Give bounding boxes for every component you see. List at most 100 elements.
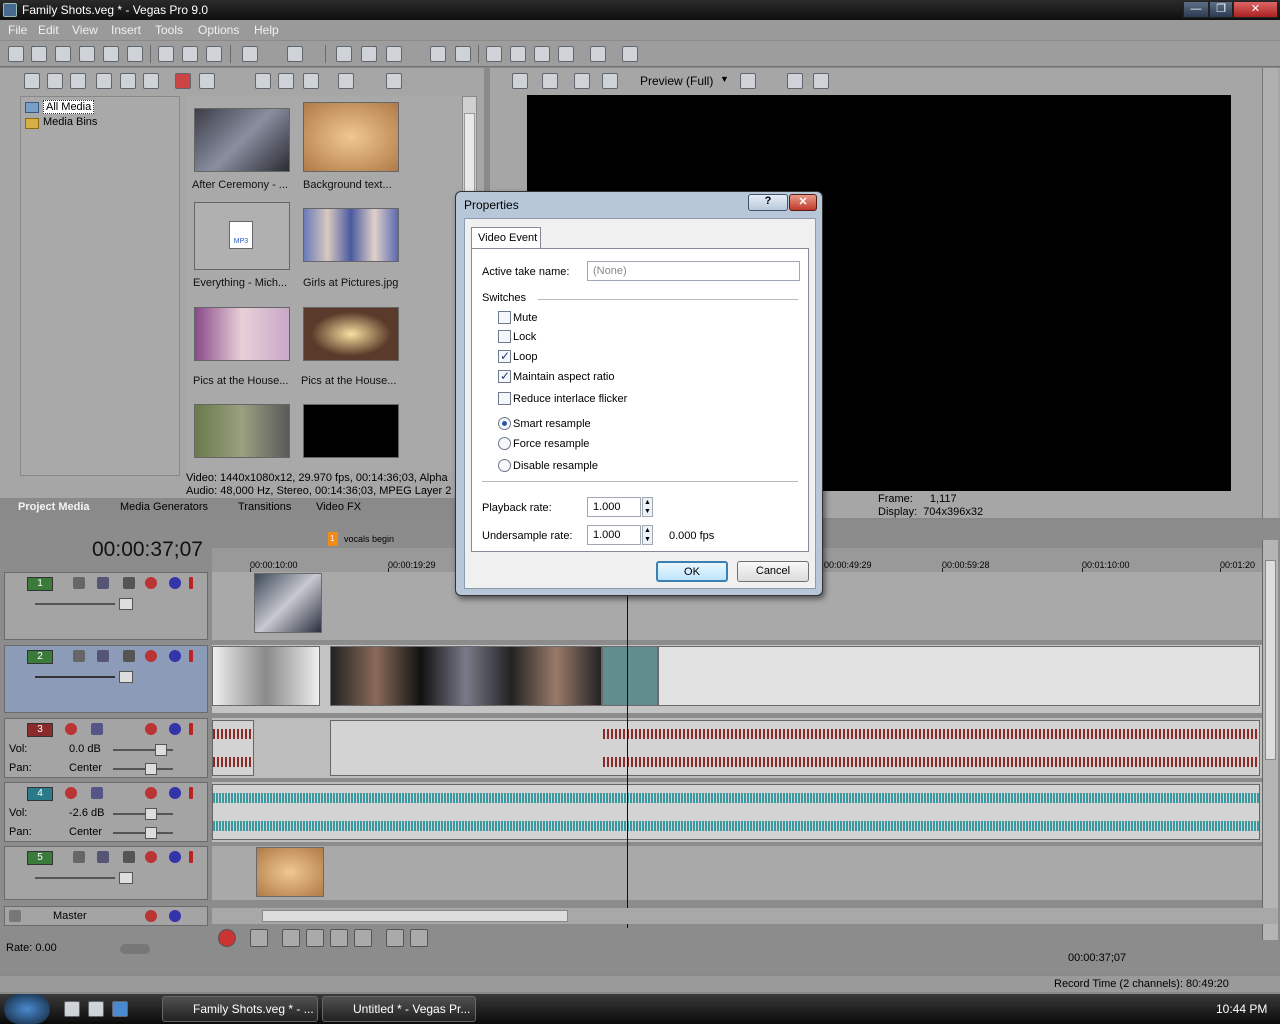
track-lane-4[interactable] (212, 782, 1262, 842)
web-media-icon[interactable] (120, 73, 136, 89)
composite-mode-icon[interactable] (73, 851, 85, 863)
overlays-icon[interactable] (740, 73, 756, 89)
search-media-icon[interactable] (143, 73, 159, 89)
track-header-2[interactable]: 2 (4, 645, 208, 713)
start-button[interactable] (4, 994, 50, 1024)
envelope-tool-icon[interactable] (510, 46, 526, 62)
tab-transitions[interactable]: Transitions (238, 501, 291, 513)
media-thumbnail[interactable] (194, 404, 290, 458)
save-as-icon[interactable] (79, 46, 95, 62)
pan-slider[interactable] (113, 832, 173, 834)
split-screen-icon[interactable] (602, 73, 618, 89)
track-header-1[interactable]: 1 (4, 572, 208, 640)
auto-preview-icon[interactable] (303, 73, 319, 89)
tree-item-media-bins[interactable]: Media Bins (43, 116, 97, 128)
make-compositing-child-icon[interactable] (97, 851, 109, 863)
playback-rate-field[interactable]: 1.000 (587, 497, 641, 517)
minimize-button[interactable]: — (1183, 1, 1209, 18)
taskbar-item-untitled[interactable]: Untitled * - Vegas Pr... (322, 996, 476, 1022)
preview-quality-dropdown[interactable]: Preview (Full) (640, 74, 713, 88)
make-compositing-child-icon[interactable] (97, 650, 109, 662)
solo-icon[interactable] (189, 723, 193, 735)
open-icon[interactable] (31, 46, 47, 62)
undersample-rate-spinner[interactable]: ▲ ▼ (642, 525, 653, 545)
track-motion-icon[interactable] (123, 650, 135, 662)
reduce-interlace-flicker-checkbox[interactable] (498, 392, 511, 405)
new-icon[interactable] (8, 46, 24, 62)
level-slider[interactable] (35, 603, 115, 605)
video-event[interactable] (212, 646, 320, 706)
auto-crossfade-icon[interactable] (361, 46, 377, 62)
stop-icon[interactable] (278, 73, 294, 89)
taskbar-item-family-shots[interactable]: Family Shots.veg * - ... (162, 996, 318, 1022)
media-thumbnail[interactable] (303, 404, 399, 458)
remove-media-icon[interactable] (175, 73, 191, 89)
media-thumbnail[interactable] (303, 208, 399, 262)
external-monitor-icon[interactable] (542, 73, 558, 89)
media-thumbnail[interactable] (194, 108, 290, 172)
track-fx-icon[interactable] (145, 851, 157, 863)
copy-icon[interactable] (182, 46, 198, 62)
audio-event[interactable] (212, 784, 1260, 840)
menu-file[interactable]: File (8, 23, 27, 37)
disable-resample-radio[interactable] (498, 459, 511, 472)
video-event[interactable] (254, 573, 322, 633)
menu-view[interactable]: View (72, 23, 98, 37)
smart-resample-radio[interactable] (498, 417, 511, 430)
internet-explorer-icon[interactable] (112, 1001, 128, 1017)
views-icon[interactable] (338, 73, 354, 89)
selection-tool-icon[interactable] (534, 46, 550, 62)
track-fx-icon[interactable] (145, 787, 157, 799)
video-event-selected[interactable] (602, 646, 658, 706)
track-motion-icon[interactable] (123, 577, 135, 589)
render-icon[interactable] (103, 46, 119, 62)
track-lane-3[interactable] (212, 718, 1262, 778)
save-icon[interactable] (55, 46, 71, 62)
menu-edit[interactable]: Edit (38, 23, 59, 37)
normal-edit-tool-icon[interactable] (486, 46, 502, 62)
close-icon[interactable]: ✕ (789, 194, 817, 211)
lock-envelopes-icon[interactable] (430, 46, 446, 62)
chevron-down-icon[interactable]: ▼ (720, 74, 729, 84)
slider-thumb[interactable] (145, 827, 157, 839)
ok-button[interactable]: OK (656, 561, 728, 582)
slider-thumb[interactable] (155, 744, 167, 756)
play-from-start-button[interactable] (282, 929, 300, 947)
tab-video-fx[interactable]: Video FX (316, 501, 361, 513)
redo-icon[interactable] (287, 46, 303, 62)
cancel-button[interactable]: Cancel (737, 561, 809, 582)
timeline-horizontal-scrollbar[interactable] (212, 908, 1278, 924)
maintain-aspect-ratio-checkbox[interactable] (498, 369, 511, 383)
get-photos-icon[interactable] (96, 73, 112, 89)
show-desktop-icon[interactable] (64, 1001, 80, 1017)
audio-event[interactable] (212, 720, 254, 776)
save-snapshot-icon[interactable] (813, 73, 829, 89)
arm-for-record-icon[interactable] (65, 723, 77, 735)
search-icon[interactable] (386, 73, 402, 89)
mute-icon[interactable] (169, 650, 181, 662)
cut-icon[interactable] (158, 46, 174, 62)
ripple-edit-icon[interactable] (386, 46, 402, 62)
menu-help[interactable]: Help (254, 23, 279, 37)
invert-phase-icon[interactable] (91, 787, 103, 799)
zoom-tool-icon[interactable] (558, 46, 574, 62)
lock-checkbox[interactable] (498, 330, 511, 343)
composite-mode-icon[interactable] (73, 650, 85, 662)
tree-item-all-media[interactable]: All Media (43, 100, 95, 114)
menu-tools[interactable]: Tools (155, 23, 183, 37)
video-event[interactable] (330, 646, 602, 706)
playback-rate-spinner[interactable]: ▲ ▼ (642, 497, 653, 517)
timeline-vertical-scrollbar[interactable] (1262, 540, 1278, 940)
media-thumbnail[interactable] (303, 307, 399, 361)
pause-button[interactable] (330, 929, 348, 947)
track-header-3[interactable]: 3 Vol: 0.0 dB Pan: Center (4, 718, 208, 778)
mute-icon[interactable] (169, 910, 181, 922)
level-slider[interactable] (35, 877, 115, 879)
solo-icon[interactable] (189, 851, 193, 863)
track-header-5[interactable]: 5 (4, 846, 208, 900)
solo-icon[interactable] (189, 577, 193, 589)
tab-media-generators[interactable]: Media Generators (120, 501, 208, 513)
video-fx-icon[interactable] (574, 73, 590, 89)
restore-button[interactable]: ❐ (1209, 1, 1233, 18)
track-header-4[interactable]: 4 Vol: -2.6 dB Pan: Center (4, 782, 208, 842)
